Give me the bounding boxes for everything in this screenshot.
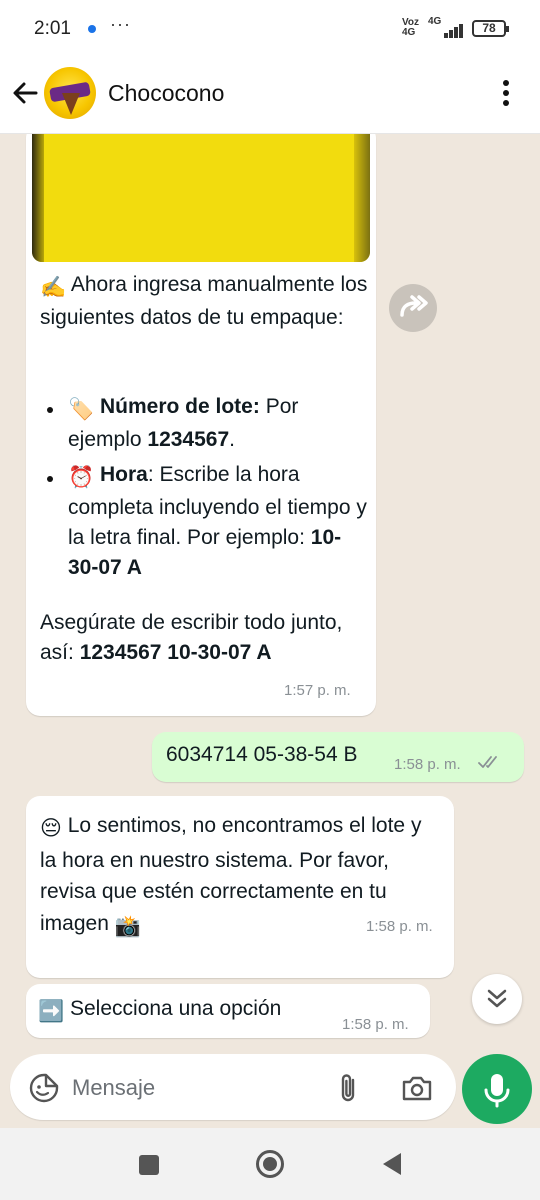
lot-end: . <box>229 428 235 451</box>
incoming-message[interactable]: ✍️ Ahora ingresa manualmente los siguien… <box>26 134 376 716</box>
option-message: ➡️ Selecciona una opción <box>38 994 338 1027</box>
camera-flash-icon: 📸 <box>114 914 141 938</box>
forward-icon <box>400 295 428 317</box>
home-icon[interactable] <box>256 1150 284 1178</box>
avatar[interactable] <box>44 67 96 119</box>
lot-label: Número de lote: <box>100 395 260 418</box>
bullet-lot-number: 🏷️ Número de lote: Por ejemplo 1234567. <box>68 392 368 455</box>
alarm-clock-icon: ⏰ <box>68 466 95 489</box>
chat-area[interactable]: ✍️ Ahora ingresa manualmente los siguien… <box>0 134 540 1050</box>
scroll-to-bottom-button[interactable] <box>472 974 522 1024</box>
outgoing-text: 6034714 05-38-54 B <box>166 743 358 766</box>
back-nav-icon[interactable] <box>380 1151 404 1177</box>
attach-icon[interactable] <box>334 1072 364 1104</box>
avatar-cone-icon <box>62 93 80 115</box>
message-time: 1:58 p. m. <box>342 1016 409 1033</box>
voice-message-button[interactable] <box>462 1054 532 1124</box>
incoming-message[interactable]: 😔 Lo sentimos, no encontramos el lote y … <box>26 796 454 978</box>
message-footer: Asegúrate de escribir todo junto, así: 1… <box>40 608 370 668</box>
incoming-message[interactable]: ➡️ Selecciona una opción 1:58 p. m. <box>26 984 430 1038</box>
message-input-container[interactable] <box>10 1054 456 1120</box>
signal-icon <box>438 22 466 38</box>
system-navigation-bar <box>0 1128 540 1200</box>
more-notifications-icon: ··· <box>110 14 131 34</box>
right-arrow-icon: ➡️ <box>38 1000 65 1023</box>
bullet-time: ⏰ Hora: Escribe la hora completa incluye… <box>68 460 368 583</box>
bullet-point <box>47 407 53 413</box>
chat-header: Chococono <box>0 58 540 134</box>
tag-icon: 🏷️ <box>68 398 95 421</box>
camera-icon[interactable] <box>400 1072 434 1104</box>
more-options-icon[interactable] <box>494 80 518 110</box>
writing-hand-icon: ✍️ <box>40 276 67 299</box>
back-arrow-icon[interactable] <box>10 78 40 108</box>
network-label: Voz 4G <box>402 18 419 38</box>
time-label: Hora <box>100 463 148 486</box>
recent-apps-icon[interactable] <box>139 1155 159 1175</box>
option-text: Selecciona una opción <box>70 997 282 1020</box>
double-chevron-down-icon <box>487 989 507 1008</box>
pensive-face-icon: 😔 <box>40 817 62 840</box>
message-input[interactable] <box>72 1072 312 1104</box>
network-label-bottom: 4G <box>402 27 416 38</box>
battery-icon: 78 <box>472 20 509 37</box>
status-time: 2:01 <box>34 18 71 39</box>
footer-example: 1234567 10-30-07 A <box>79 641 272 664</box>
message-time: 1:58 p. m. <box>366 918 433 935</box>
bullet-point <box>47 476 53 482</box>
microphone-icon <box>484 1074 510 1108</box>
intro-text: Ahora ingresa manualmente los siguientes… <box>40 273 368 329</box>
status-bar: 2:01 ··· Voz 4G 4G 78 <box>0 0 540 58</box>
emoji-sticker-icon[interactable] <box>28 1072 60 1104</box>
chat-title[interactable]: Chococono <box>108 80 224 107</box>
message-intro: ✍️ Ahora ingresa manualmente los siguien… <box>40 270 370 333</box>
error-text: Lo sentimos, no encontramos el lote y la… <box>40 814 422 935</box>
message-time: 1:57 p. m. <box>284 682 351 699</box>
double-check-icon <box>478 756 497 768</box>
message-image[interactable] <box>32 134 370 262</box>
notification-dot-icon <box>88 25 96 33</box>
outgoing-message[interactable]: 6034714 05-38-54 B 1:58 p. m. <box>152 732 524 782</box>
message-time: 1:58 p. m. <box>394 756 461 773</box>
forward-button[interactable] <box>389 284 437 332</box>
lot-example: 1234567 <box>147 428 230 451</box>
message-composer <box>0 1050 540 1128</box>
